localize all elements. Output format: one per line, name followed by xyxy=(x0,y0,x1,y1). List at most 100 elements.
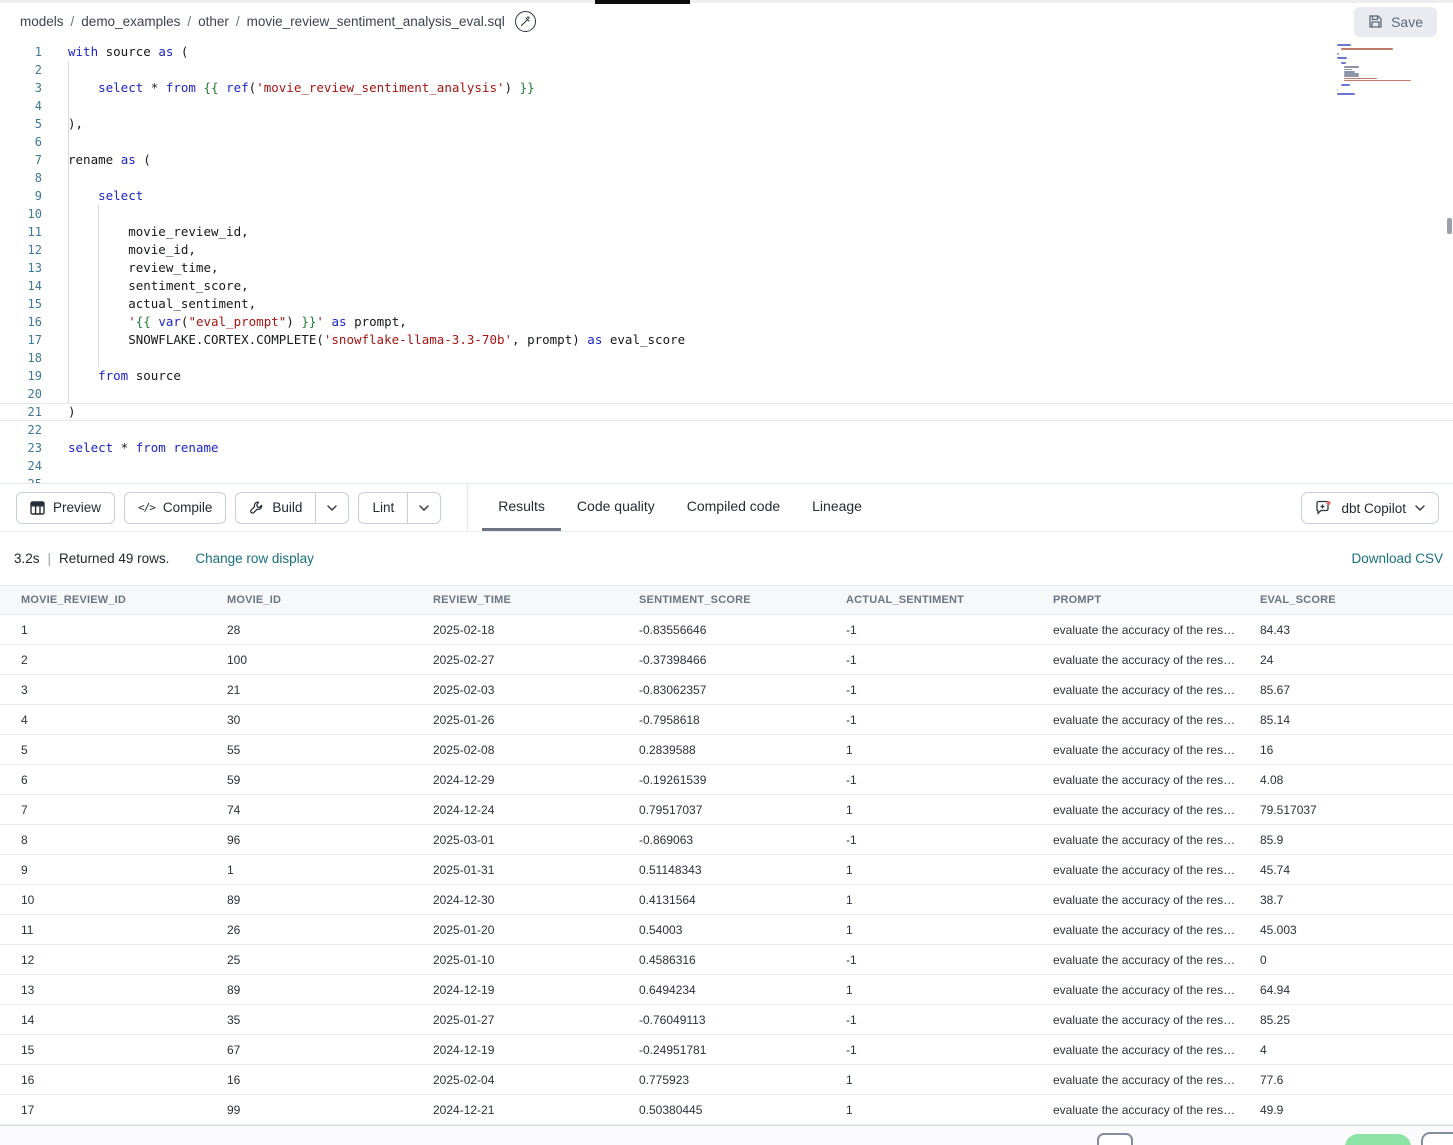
code-line[interactable]: 20 xyxy=(0,385,1453,403)
minimap-line xyxy=(1341,48,1393,50)
action-toolbar: Preview </> Compile Build Lint xyxy=(0,483,1453,532)
code-line[interactable]: 24 xyxy=(0,457,1453,475)
code-line[interactable]: 10 xyxy=(0,205,1453,223)
table-cell: -0.83062357 xyxy=(618,683,825,697)
line-number: 22 xyxy=(0,421,42,439)
table-cell: evaluate the accuracy of the res…› xyxy=(1032,743,1239,757)
line-number: 9 xyxy=(0,187,42,205)
prompt-preview: evaluate the accuracy of the res… xyxy=(1053,953,1235,967)
save-button[interactable]: Save xyxy=(1354,7,1437,37)
table-cell: 84.43 xyxy=(1239,623,1453,637)
results-body: 1282025-02-18-0.83556646-1evaluate the a… xyxy=(0,615,1453,1125)
code-line[interactable]: 5), xyxy=(0,115,1453,133)
table-cell: 4 xyxy=(1239,1043,1453,1057)
compile-button[interactable]: </> Compile xyxy=(124,492,226,524)
prompt-preview: evaluate the accuracy of the res… xyxy=(1053,743,1235,757)
code-line[interactable]: 11 movie_review_id, xyxy=(0,223,1453,241)
breadcrumb-item[interactable]: demo_examples xyxy=(81,14,180,29)
code-line[interactable]: 3 select * from {{ ref('movie_review_sen… xyxy=(0,79,1453,97)
breadcrumb-separator: / xyxy=(71,14,75,29)
table-cell: -0.83556646 xyxy=(618,623,825,637)
breadcrumb-item[interactable]: other xyxy=(198,14,229,29)
table-cell: 2024-12-30 xyxy=(412,893,618,907)
table-cell: 25 xyxy=(206,953,412,967)
preview-label: Preview xyxy=(53,500,101,515)
column-header[interactable]: ACTUAL_SENTIMENT xyxy=(825,594,1032,606)
code-line[interactable]: 15 actual_sentiment, xyxy=(0,295,1453,313)
column-header[interactable]: MOVIE_REVIEW_ID xyxy=(0,594,206,606)
column-header[interactable]: REVIEW_TIME xyxy=(412,594,618,606)
tab-compiled-code[interactable]: Compiled code xyxy=(671,484,796,531)
column-header[interactable]: SENTIMENT_SCORE xyxy=(618,594,825,606)
build-button[interactable]: Build xyxy=(236,493,315,523)
tab-results[interactable]: Results xyxy=(482,484,561,531)
code-line[interactable]: 12 movie_id, xyxy=(0,241,1453,259)
dbt-copilot-button[interactable]: dbt Copilot xyxy=(1301,492,1439,524)
query-status: 3.2s | Returned 49 rows. xyxy=(14,551,169,566)
tab-code-quality[interactable]: Code quality xyxy=(561,484,671,531)
copilot-chevron-icon xyxy=(1415,505,1425,511)
build-dropdown-chevron-icon[interactable] xyxy=(315,493,348,523)
code-editor[interactable]: 1with source as (23 select * from {{ ref… xyxy=(0,40,1453,483)
copilot-edit-icon[interactable] xyxy=(515,11,536,32)
code-line[interactable]: 7rename as ( xyxy=(0,151,1453,169)
table-cell: -1 xyxy=(825,713,1032,727)
preview-button[interactable]: Preview xyxy=(16,492,115,524)
minimap[interactable] xyxy=(1333,42,1445,100)
table-cell: 1 xyxy=(825,1073,1032,1087)
code-line[interactable]: 2 xyxy=(0,61,1453,79)
table-cell: 14 xyxy=(0,1013,206,1027)
table-row: 912025-01-310.511483431evaluate the accu… xyxy=(0,855,1453,885)
column-header[interactable]: EVAL_SCORE xyxy=(1239,594,1453,606)
download-csv-link[interactable]: Download CSV xyxy=(1351,551,1445,566)
line-number: 23 xyxy=(0,439,42,457)
breadcrumb-item[interactable]: movie_review_sentiment_analysis_eval.sql xyxy=(247,14,505,29)
table-cell: 2024-12-19 xyxy=(412,983,618,997)
line-number: 7 xyxy=(0,151,42,169)
code-line[interactable]: 1with source as ( xyxy=(0,43,1453,61)
table-cell: evaluate the accuracy of the res…› xyxy=(1032,893,1239,907)
column-header[interactable]: PROMPT xyxy=(1032,594,1239,606)
line-number: 14 xyxy=(0,277,42,295)
breadcrumb-item[interactable]: models xyxy=(20,14,64,29)
code-line[interactable]: 9 select xyxy=(0,187,1453,205)
code-line[interactable]: 19 from source xyxy=(0,367,1453,385)
editor-scrollbar-thumb[interactable] xyxy=(1447,218,1452,234)
table-cell: 2025-03-01 xyxy=(412,833,618,847)
table-cell: 24 xyxy=(1239,653,1453,667)
code-line[interactable]: 22 xyxy=(0,421,1453,439)
breadcrumb: models/demo_examples/other/movie_review_… xyxy=(20,14,505,29)
lint-dropdown-chevron-icon[interactable] xyxy=(407,493,440,523)
code-line[interactable]: 8 xyxy=(0,169,1453,187)
table-cell: 0.4131564 xyxy=(618,893,825,907)
bottom-partial-button[interactable] xyxy=(1097,1133,1133,1145)
code-text xyxy=(42,422,68,437)
code-line[interactable]: 6 xyxy=(0,133,1453,151)
bottom-green-pill[interactable] xyxy=(1345,1134,1411,1145)
line-number: 25 xyxy=(0,475,42,483)
code-line[interactable]: 16 '{{ var("eval_prompt") }}' as prompt, xyxy=(0,313,1453,331)
code-line[interactable]: 4 xyxy=(0,97,1453,115)
table-cell: 1 xyxy=(825,923,1032,937)
table-cell: 89 xyxy=(206,983,412,997)
table-cell: 2025-02-27 xyxy=(412,653,618,667)
table-cell: 0.4586316 xyxy=(618,953,825,967)
code-line[interactable]: 25 xyxy=(0,475,1453,483)
change-row-display-link[interactable]: Change row display xyxy=(195,551,314,566)
code-line[interactable]: 14 sentiment_score, xyxy=(0,277,1453,295)
code-line[interactable]: 23select * from rename xyxy=(0,439,1453,457)
code-line[interactable]: 17 SNOWFLAKE.CORTEX.COMPLETE('snowflake-… xyxy=(0,331,1453,349)
tab-lineage[interactable]: Lineage xyxy=(796,484,878,531)
code-line[interactable]: 18 xyxy=(0,349,1453,367)
table-cell: evaluate the accuracy of the res…› xyxy=(1032,713,1239,727)
code-line[interactable]: 13 review_time, xyxy=(0,259,1453,277)
code-line[interactable]: 21) xyxy=(0,403,1453,421)
table-cell: 17 xyxy=(0,1103,206,1117)
code-text xyxy=(42,476,68,483)
lint-button[interactable]: Lint xyxy=(359,493,407,523)
column-header[interactable]: MOVIE_ID xyxy=(206,594,412,606)
line-number: 2 xyxy=(0,61,42,79)
bottom-partial-button[interactable] xyxy=(1421,1132,1453,1145)
minimap-line xyxy=(1344,80,1411,82)
table-cell: 59 xyxy=(206,773,412,787)
